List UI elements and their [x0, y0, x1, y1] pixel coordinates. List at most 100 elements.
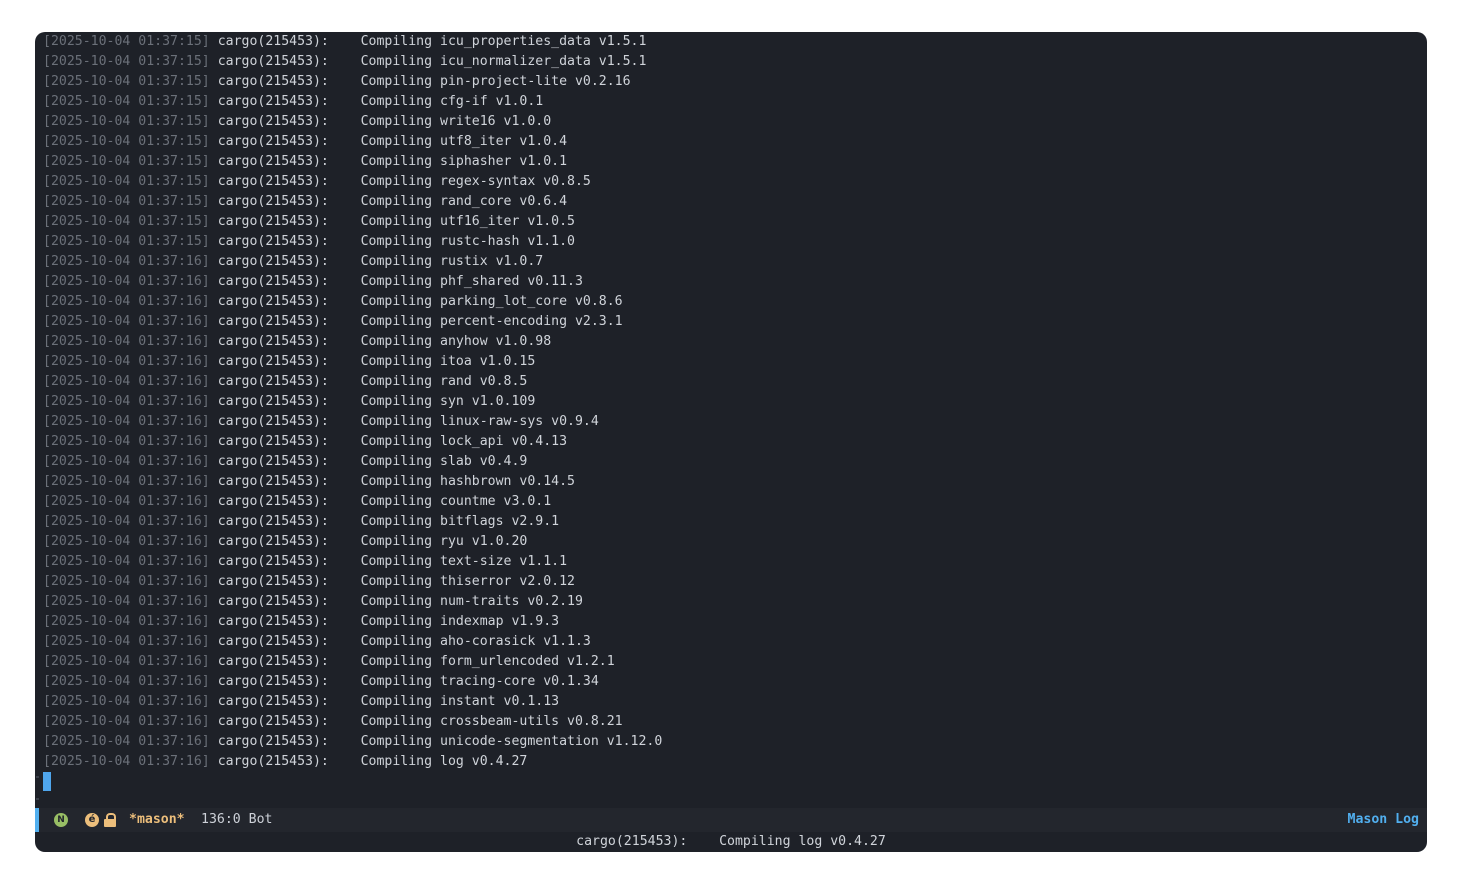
- log-timestamp: [2025-10-04 01:37:16]: [43, 534, 210, 549]
- log-line: [2025-10-04 01:37:16] cargo(215453): Com…: [43, 412, 1427, 432]
- log-line: [2025-10-04 01:37:16] cargo(215453): Com…: [43, 332, 1427, 352]
- log-line: [2025-10-04 01:37:16] cargo(215453): Com…: [43, 652, 1427, 672]
- log-timestamp: [2025-10-04 01:37:15]: [43, 74, 210, 89]
- log-line: [2025-10-04 01:37:16] cargo(215453): Com…: [43, 692, 1427, 712]
- cursor-position[interactable]: 136:0 Bot: [201, 808, 272, 832]
- log-process: cargo(215453):: [217, 394, 329, 409]
- log-message: Compiling bitflags v2.9.1: [360, 514, 560, 529]
- log-timestamp: [2025-10-04 01:37:16]: [43, 654, 210, 669]
- log-message: Compiling instant v0.1.13: [360, 694, 560, 709]
- log-timestamp: [2025-10-04 01:37:16]: [43, 614, 210, 629]
- log-process: cargo(215453):: [217, 534, 329, 549]
- echo-area: cargo(215453): Compiling log v0.4.27: [576, 834, 886, 849]
- log-process: cargo(215453):: [217, 554, 329, 569]
- active-window-indicator: [35, 808, 39, 832]
- log-timestamp: [2025-10-04 01:37:16]: [43, 734, 210, 749]
- log-timestamp: [2025-10-04 01:37:15]: [43, 134, 210, 149]
- log-process: cargo(215453):: [217, 754, 329, 769]
- log-timestamp: [2025-10-04 01:37:16]: [43, 314, 210, 329]
- fringe-indicator: [36, 798, 39, 800]
- mason-log-buffer[interactable]: [2025-10-04 01:37:15] cargo(215453): Com…: [43, 32, 1427, 772]
- log-timestamp: [2025-10-04 01:37:15]: [43, 154, 210, 169]
- log-process: cargo(215453):: [217, 694, 329, 709]
- log-line: [2025-10-04 01:37:15] cargo(215453): Com…: [43, 212, 1427, 232]
- log-message: Compiling icu_normalizer_data v1.5.1: [360, 54, 647, 69]
- log-line: [2025-10-04 01:37:16] cargo(215453): Com…: [43, 632, 1427, 652]
- log-process: cargo(215453):: [217, 194, 329, 209]
- log-timestamp: [2025-10-04 01:37:16]: [43, 494, 210, 509]
- log-process: cargo(215453):: [217, 334, 329, 349]
- log-process: cargo(215453):: [217, 414, 329, 429]
- log-line: [2025-10-04 01:37:16] cargo(215453): Com…: [43, 712, 1427, 732]
- log-message: Compiling itoa v1.0.15: [360, 354, 536, 369]
- log-timestamp: [2025-10-04 01:37:15]: [43, 54, 210, 69]
- log-timestamp: [2025-10-04 01:37:16]: [43, 594, 210, 609]
- log-process: cargo(215453):: [217, 34, 329, 49]
- log-process: cargo(215453):: [217, 314, 329, 329]
- log-timestamp: [2025-10-04 01:37:15]: [43, 214, 210, 229]
- log-message: Compiling icu_properties_data v1.5.1: [360, 34, 647, 49]
- encoding-icon[interactable]: é: [85, 813, 99, 827]
- log-line: [2025-10-04 01:37:16] cargo(215453): Com…: [43, 352, 1427, 372]
- normal-state-icon[interactable]: N: [54, 813, 68, 827]
- log-process: cargo(215453):: [217, 234, 329, 249]
- log-timestamp: [2025-10-04 01:37:16]: [43, 334, 210, 349]
- log-process: cargo(215453):: [217, 494, 329, 509]
- log-process: cargo(215453):: [217, 514, 329, 529]
- log-process: cargo(215453):: [217, 294, 329, 309]
- log-timestamp: [2025-10-04 01:37:16]: [43, 434, 210, 449]
- log-message: Compiling regex-syntax v0.8.5: [360, 174, 591, 189]
- text-cursor: [43, 772, 51, 791]
- log-timestamp: [2025-10-04 01:37:16]: [43, 454, 210, 469]
- log-message: Compiling lock_api v0.4.13: [360, 434, 568, 449]
- log-line: [2025-10-04 01:37:16] cargo(215453): Com…: [43, 312, 1427, 332]
- log-message: Compiling cfg-if v1.0.1: [360, 94, 544, 109]
- log-line: [2025-10-04 01:37:16] cargo(215453): Com…: [43, 592, 1427, 612]
- log-timestamp: [2025-10-04 01:37:16]: [43, 714, 210, 729]
- log-message: Compiling aho-corasick v1.1.3: [360, 634, 591, 649]
- log-message: Compiling phf_shared v0.11.3: [360, 274, 583, 289]
- log-line: [2025-10-04 01:37:16] cargo(215453): Com…: [43, 752, 1427, 772]
- log-line: [2025-10-04 01:37:16] cargo(215453): Com…: [43, 512, 1427, 532]
- major-mode-name[interactable]: Mason Log: [1348, 808, 1419, 832]
- log-line: [2025-10-04 01:37:16] cargo(215453): Com…: [43, 272, 1427, 292]
- log-message: Compiling crossbeam-utils v0.8.21: [360, 714, 623, 729]
- log-line: [2025-10-04 01:37:16] cargo(215453): Com…: [43, 452, 1427, 472]
- log-timestamp: [2025-10-04 01:37:16]: [43, 294, 210, 309]
- log-timestamp: [2025-10-04 01:37:15]: [43, 94, 210, 109]
- log-process: cargo(215453):: [217, 474, 329, 489]
- log-message: Compiling rustc-hash v1.1.0: [360, 234, 575, 249]
- log-message: Compiling hashbrown v0.14.5: [360, 474, 575, 489]
- log-timestamp: [2025-10-04 01:37:16]: [43, 474, 210, 489]
- log-message: Compiling write16 v1.0.0: [360, 114, 552, 129]
- log-message: Compiling tracing-core v0.1.34: [360, 674, 599, 689]
- log-process: cargo(215453):: [217, 734, 329, 749]
- log-timestamp: [2025-10-04 01:37:16]: [43, 554, 210, 569]
- log-process: cargo(215453):: [217, 134, 329, 149]
- log-message: Compiling parking_lot_core v0.8.6: [360, 294, 623, 309]
- log-process: cargo(215453):: [217, 214, 329, 229]
- log-process: cargo(215453):: [217, 54, 329, 69]
- log-message: Compiling thiserror v2.0.12: [360, 574, 575, 589]
- log-timestamp: [2025-10-04 01:37:15]: [43, 234, 210, 249]
- log-process: cargo(215453):: [217, 434, 329, 449]
- log-timestamp: [2025-10-04 01:37:16]: [43, 674, 210, 689]
- log-line: [2025-10-04 01:37:16] cargo(215453): Com…: [43, 532, 1427, 552]
- log-line: [2025-10-04 01:37:16] cargo(215453): Com…: [43, 672, 1427, 692]
- log-line: [2025-10-04 01:37:16] cargo(215453): Com…: [43, 292, 1427, 312]
- log-message: Compiling rand_core v0.6.4: [360, 194, 568, 209]
- read-only-lock-icon[interactable]: [104, 813, 116, 827]
- log-line: [2025-10-04 01:37:16] cargo(215453): Com…: [43, 372, 1427, 392]
- log-timestamp: [2025-10-04 01:37:16]: [43, 634, 210, 649]
- log-timestamp: [2025-10-04 01:37:16]: [43, 354, 210, 369]
- log-message: Compiling utf16_iter v1.0.5: [360, 214, 575, 229]
- log-line: [2025-10-04 01:37:15] cargo(215453): Com…: [43, 232, 1427, 252]
- log-process: cargo(215453):: [217, 594, 329, 609]
- log-message: Compiling linux-raw-sys v0.9.4: [360, 414, 599, 429]
- log-message: Compiling syn v1.0.109: [360, 394, 536, 409]
- log-line: [2025-10-04 01:37:16] cargo(215453): Com…: [43, 392, 1427, 412]
- emacs-window: [2025-10-04 01:37:15] cargo(215453): Com…: [35, 32, 1427, 852]
- log-process: cargo(215453):: [217, 74, 329, 89]
- buffer-name[interactable]: *mason*: [129, 808, 185, 832]
- log-timestamp: [2025-10-04 01:37:16]: [43, 274, 210, 289]
